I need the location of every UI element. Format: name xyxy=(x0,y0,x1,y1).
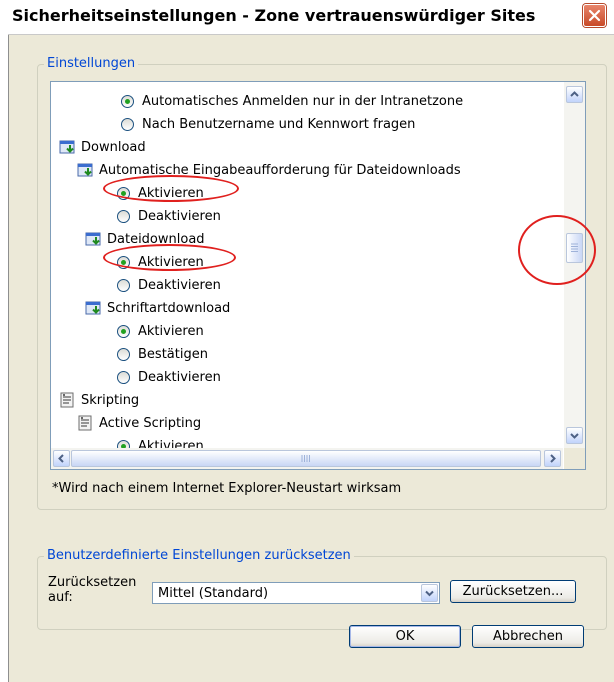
reset-group-legend: Benutzerdefinierte Einstellungen zurücks… xyxy=(44,548,354,563)
scroll-down-button[interactable] xyxy=(566,427,583,444)
restart-note: *Wird nach einem Internet Explorer-Neust… xyxy=(52,481,402,496)
radio-button[interactable] xyxy=(117,324,130,338)
setting-label: Bestätigen xyxy=(138,346,208,362)
setting-label: Aktivieren xyxy=(138,438,204,449)
horizontal-scroll-thumb[interactable] xyxy=(71,450,541,467)
setting-label: Skripting xyxy=(81,392,140,408)
close-button[interactable] xyxy=(583,4,606,27)
chevron-left-icon xyxy=(58,454,64,463)
download-icon xyxy=(77,162,99,178)
radio-button[interactable] xyxy=(117,278,130,292)
script-icon xyxy=(59,392,81,408)
annotation-circle-aktivieren-2 xyxy=(103,244,236,271)
setting-category-row[interactable]: Download xyxy=(59,136,146,158)
select-dropdown-button[interactable] xyxy=(421,584,438,602)
setting-option-row[interactable]: Aktivieren xyxy=(117,435,204,448)
setting-option-row[interactable]: Aktivieren xyxy=(117,320,204,342)
annotation-circle-scroll-thumb xyxy=(518,215,596,285)
setting-category-row[interactable]: Active Scripting xyxy=(77,412,201,434)
setting-label: Deaktivieren xyxy=(138,277,221,293)
setting-option-row[interactable]: Deaktivieren xyxy=(117,274,221,296)
annotation-circle-aktivieren-1 xyxy=(103,175,239,202)
setting-category-row[interactable]: Schriftartdownload xyxy=(85,297,230,319)
radio-button[interactable] xyxy=(121,117,134,131)
script-icon xyxy=(77,415,99,431)
chevron-down-icon xyxy=(425,590,434,597)
setting-option-row[interactable]: Deaktivieren xyxy=(117,366,221,388)
settings-group-legend: Einstellungen xyxy=(44,56,139,71)
scroll-right-button[interactable] xyxy=(544,450,561,467)
ok-button[interactable]: OK xyxy=(349,625,461,648)
reset-level-select[interactable]: Mittel (Standard) xyxy=(152,582,440,604)
scroll-up-button[interactable] xyxy=(566,86,583,103)
setting-option-row[interactable]: Bestätigen xyxy=(117,343,208,365)
scrollbar-corner xyxy=(564,448,585,469)
download-icon xyxy=(85,231,107,247)
horizontal-scrollbar[interactable] xyxy=(51,448,563,469)
close-icon xyxy=(588,9,601,22)
reset-to-label: Zurücksetzen auf: xyxy=(48,575,137,605)
download-icon xyxy=(85,300,107,316)
setting-label: Download xyxy=(81,139,146,155)
chevron-down-icon xyxy=(570,433,579,439)
chevron-up-icon xyxy=(570,91,579,97)
grip-icon xyxy=(301,455,310,462)
setting-label: Deaktivieren xyxy=(138,369,221,385)
settings-tree-list[interactable]: Automatisches Anmelden nur in der Intran… xyxy=(50,81,586,470)
radio-button[interactable] xyxy=(117,209,130,223)
radio-button[interactable] xyxy=(117,439,130,448)
setting-option-row[interactable]: Nach Benutzername und Kennwort fragen xyxy=(121,113,415,135)
reset-button[interactable]: Zurücksetzen... xyxy=(450,580,576,603)
setting-label: Active Scripting xyxy=(99,415,202,431)
setting-label: Schriftartdownload xyxy=(107,300,231,316)
setting-option-row[interactable]: Deaktivieren xyxy=(117,205,221,227)
reset-level-value: Mittel (Standard) xyxy=(158,586,269,601)
setting-option-row[interactable]: Automatisches Anmelden nur in der Intran… xyxy=(121,90,463,112)
setting-category-row[interactable]: Skripting xyxy=(59,389,139,411)
scroll-left-button[interactable] xyxy=(53,450,70,467)
title-bar: Sicherheitseinstellungen - Zone vertraue… xyxy=(8,0,614,35)
setting-label: Nach Benutzername und Kennwort fragen xyxy=(142,116,416,132)
radio-button[interactable] xyxy=(117,370,130,384)
radio-button[interactable] xyxy=(117,347,130,361)
window-title: Sicherheitseinstellungen - Zone vertraue… xyxy=(12,6,536,25)
radio-button[interactable] xyxy=(121,94,134,108)
setting-label: Aktivieren xyxy=(138,323,204,339)
setting-label: Automatisches Anmelden nur in der Intran… xyxy=(142,93,464,109)
download-icon xyxy=(59,139,81,155)
chevron-right-icon xyxy=(550,454,556,463)
setting-label: Deaktivieren xyxy=(138,208,221,224)
cancel-button[interactable]: Abbrechen xyxy=(472,625,584,648)
